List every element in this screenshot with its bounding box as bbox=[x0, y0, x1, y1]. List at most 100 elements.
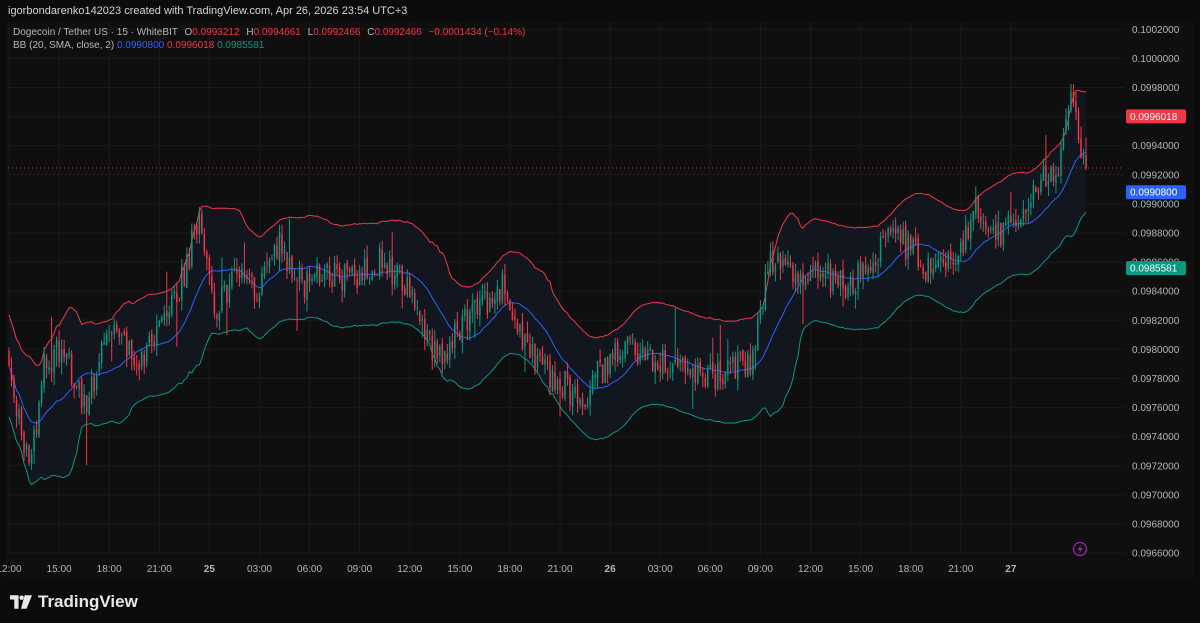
candle-body bbox=[744, 360, 747, 376]
candle-body bbox=[296, 280, 298, 282]
price-chart[interactable]: 0.10020000.10000000.09980000.09960000.09… bbox=[0, 0, 1200, 623]
candle-body bbox=[1002, 222, 1005, 244]
candle-body bbox=[393, 275, 396, 285]
candle-body bbox=[779, 252, 782, 269]
candle-body bbox=[318, 265, 321, 284]
candle bbox=[601, 364, 604, 384]
candle bbox=[70, 350, 73, 387]
candle bbox=[904, 220, 907, 267]
candle-body bbox=[123, 331, 125, 334]
candle-body bbox=[942, 259, 944, 264]
candle-body bbox=[88, 396, 90, 415]
candle-body bbox=[13, 378, 15, 399]
candle-body bbox=[286, 252, 288, 272]
candle-body bbox=[1085, 155, 1087, 168]
candle-body bbox=[857, 263, 859, 289]
candle-body bbox=[431, 335, 434, 361]
candle-body bbox=[551, 370, 554, 391]
candle-body bbox=[293, 278, 296, 280]
candle-body bbox=[238, 273, 241, 279]
candle-body bbox=[201, 213, 203, 234]
candle-body bbox=[629, 337, 631, 340]
candle-body bbox=[619, 355, 621, 361]
candle-body bbox=[646, 349, 649, 359]
candle-body bbox=[669, 371, 671, 373]
candle bbox=[767, 260, 769, 275]
candle bbox=[28, 444, 30, 466]
candle-body bbox=[1042, 165, 1045, 181]
candle-body bbox=[486, 291, 489, 314]
candle-body bbox=[130, 340, 133, 360]
tradingview-brand[interactable]: TradingView bbox=[10, 592, 138, 612]
candle-body bbox=[1030, 202, 1032, 208]
candle-body bbox=[919, 266, 922, 268]
candle-body bbox=[614, 343, 616, 361]
candle-body bbox=[211, 276, 213, 291]
time-tick-label: 25 bbox=[204, 564, 216, 575]
candle-body bbox=[306, 271, 308, 301]
indicator-legend[interactable]: BB (20, SMA, close, 2) 0.0990800 0.09960… bbox=[13, 40, 264, 51]
candle-body bbox=[346, 262, 348, 270]
time-tick-label: 03:00 bbox=[648, 564, 673, 575]
candle-body bbox=[301, 268, 303, 280]
candle-body bbox=[864, 265, 867, 272]
candle-body bbox=[727, 359, 729, 375]
candle-body bbox=[789, 262, 792, 266]
candle-body bbox=[852, 278, 854, 294]
candle-body bbox=[827, 262, 829, 273]
symbol-legend[interactable]: Dogecoin / Tether US · 15 · WhiteBIT O0.… bbox=[13, 27, 525, 38]
candle-body bbox=[867, 267, 869, 274]
candle-body bbox=[348, 269, 351, 272]
time-tick-label: 18:00 bbox=[898, 564, 923, 575]
candle-body bbox=[574, 387, 576, 394]
candle-body bbox=[839, 271, 842, 286]
candle-body bbox=[807, 278, 809, 283]
candle-body bbox=[436, 342, 439, 359]
candle-body bbox=[579, 400, 581, 405]
candle-body bbox=[624, 341, 626, 358]
candle-body bbox=[266, 263, 268, 265]
candle-body bbox=[844, 286, 847, 298]
candle-body bbox=[859, 262, 862, 277]
candle bbox=[85, 395, 88, 466]
candle-body bbox=[143, 354, 146, 366]
candle-body bbox=[494, 299, 496, 305]
candle bbox=[604, 357, 606, 384]
candle-body bbox=[153, 342, 156, 345]
candle-body bbox=[216, 315, 218, 319]
time-tick-label: 06:00 bbox=[698, 564, 723, 575]
candle-body bbox=[709, 364, 712, 369]
candle-body bbox=[576, 384, 579, 403]
chart-frame: igorbondarenko142023 created with Tradin… bbox=[0, 0, 1200, 623]
candle-body bbox=[95, 374, 98, 390]
candle-body bbox=[501, 272, 504, 301]
candle-body bbox=[717, 363, 719, 389]
candle-body bbox=[922, 267, 924, 274]
candle-body bbox=[752, 349, 754, 375]
candle-body bbox=[356, 279, 358, 288]
candle-body bbox=[65, 353, 68, 360]
candle bbox=[186, 247, 188, 289]
candle-body bbox=[434, 341, 436, 362]
candle-body bbox=[541, 355, 544, 365]
time-tick-label: 21:00 bbox=[948, 564, 973, 575]
candle-body bbox=[549, 360, 551, 388]
candle-body bbox=[176, 292, 178, 303]
candle-body bbox=[391, 256, 393, 285]
price-badge-label: 0.0985581 bbox=[1130, 264, 1178, 275]
candle-body bbox=[1062, 134, 1065, 149]
candle-body bbox=[829, 263, 832, 293]
candle bbox=[509, 299, 511, 311]
candle-body bbox=[168, 312, 171, 319]
candle-body bbox=[506, 292, 509, 299]
candle bbox=[747, 350, 749, 378]
candle bbox=[501, 269, 504, 305]
candle-body bbox=[373, 272, 376, 275]
price-badge-label: 0.0996018 bbox=[1130, 112, 1178, 123]
candle-body bbox=[53, 349, 55, 374]
candle-body bbox=[476, 297, 479, 315]
candle-body bbox=[191, 230, 193, 267]
candle-body bbox=[378, 247, 381, 277]
candle-body bbox=[604, 357, 606, 383]
candle-body bbox=[25, 444, 28, 450]
